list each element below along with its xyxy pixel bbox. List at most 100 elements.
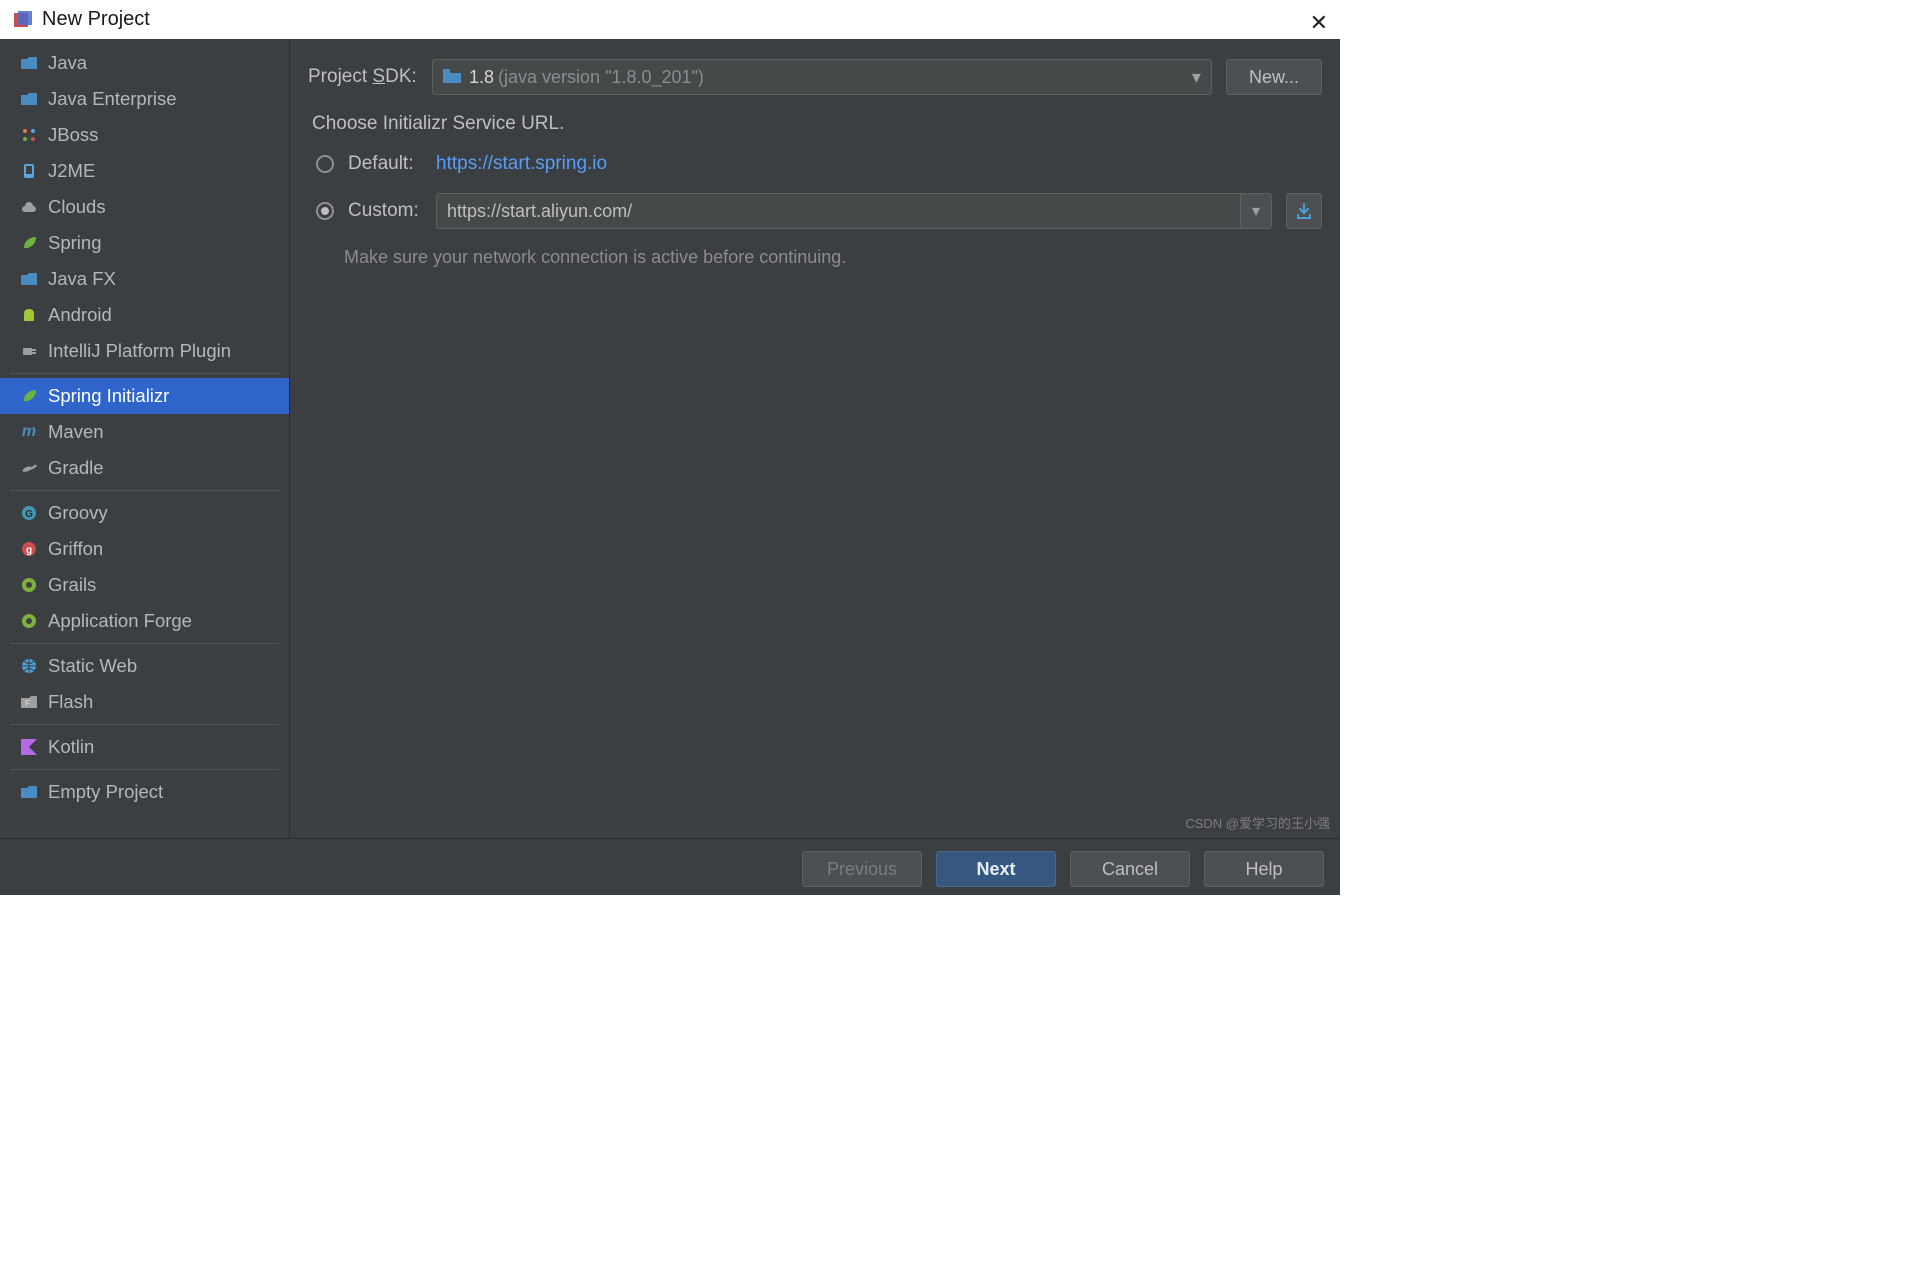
app-icon xyxy=(14,10,34,30)
sidebar-item-grails[interactable]: Grails xyxy=(0,567,289,603)
folder-fx-icon xyxy=(20,270,38,288)
folder-enterprise-icon xyxy=(20,90,38,108)
sidebar-item-groovy[interactable]: G Groovy xyxy=(0,495,289,531)
sidebar-item-intellij-platform-plugin[interactable]: IntelliJ Platform Plugin xyxy=(0,333,289,369)
default-radio-label: Default: xyxy=(348,153,422,175)
previous-button[interactable]: Previous xyxy=(802,851,922,887)
sidebar-divider xyxy=(10,643,279,644)
help-button[interactable]: Help xyxy=(1204,851,1324,887)
chevron-down-icon: ▾ xyxy=(1252,201,1260,221)
sidebar-divider xyxy=(10,490,279,491)
network-note: Make sure your network connection is act… xyxy=(344,247,1322,268)
globe-icon xyxy=(20,657,38,675)
sidebar-item-griffon[interactable]: g Griffon xyxy=(0,531,289,567)
window-title: New Project xyxy=(42,8,150,31)
gradle-icon xyxy=(20,459,38,477)
new-sdk-button[interactable]: New... xyxy=(1226,59,1322,95)
close-icon[interactable]: ✕ xyxy=(1310,10,1328,36)
sdk-value: 1.8 xyxy=(469,67,494,88)
folder-empty-icon xyxy=(20,783,38,801)
sidebar-item-label: Spring xyxy=(48,232,101,254)
project-sdk-label: Project SDK: xyxy=(308,66,418,88)
kotlin-icon xyxy=(20,738,38,756)
sidebar-item-label: Clouds xyxy=(48,196,106,218)
main-panel: Project SDK: 1.8 (java version "1.8.0_20… xyxy=(290,39,1340,838)
sidebar-divider xyxy=(10,373,279,374)
sidebar-item-java-fx[interactable]: Java FX xyxy=(0,261,289,297)
sidebar-divider xyxy=(10,724,279,725)
sidebar-item-label: Android xyxy=(48,304,112,326)
custom-radio-label: Custom: xyxy=(348,200,422,222)
flash-icon: F xyxy=(20,693,38,711)
sidebar-item-label: Java FX xyxy=(48,268,116,290)
init-icon xyxy=(20,387,38,405)
sidebar-item-clouds[interactable]: Clouds xyxy=(0,189,289,225)
sidebar-item-label: Static Web xyxy=(48,655,137,677)
default-url-link[interactable]: https://start.spring.io xyxy=(436,153,607,175)
custom-url-input[interactable] xyxy=(436,193,1240,229)
leaf-icon xyxy=(20,234,38,252)
sidebar-divider xyxy=(10,769,279,770)
sidebar-item-gradle[interactable]: Gradle xyxy=(0,450,289,486)
custom-url-dropdown[interactable]: ▾ xyxy=(1240,193,1272,229)
sidebar-item-label: IntelliJ Platform Plugin xyxy=(48,340,231,362)
android-icon xyxy=(20,306,38,324)
sidebar-item-spring-initializr[interactable]: Spring Initializr xyxy=(0,378,289,414)
sidebar-item-static-web[interactable]: Static Web xyxy=(0,648,289,684)
sidebar-item-maven[interactable]: m Maven xyxy=(0,414,289,450)
sidebar-item-label: Grails xyxy=(48,574,96,596)
download-button[interactable] xyxy=(1286,193,1322,229)
folder-icon xyxy=(443,67,461,88)
cloud-icon xyxy=(20,198,38,216)
sidebar-item-label: Flash xyxy=(48,691,93,713)
dialog-footer: Previous Next Cancel Help xyxy=(0,838,1340,895)
sidebar-item-android[interactable]: Android xyxy=(0,297,289,333)
sidebar-item-label: Spring Initializr xyxy=(48,385,169,407)
sidebar-item-kotlin[interactable]: Kotlin xyxy=(0,729,289,765)
folder-java-icon xyxy=(20,54,38,72)
plugin-icon xyxy=(20,342,38,360)
sidebar-item-label: Java xyxy=(48,52,87,74)
initializr-section-title: Choose Initializr Service URL. xyxy=(312,113,1322,135)
sidebar-item-empty-project[interactable]: Empty Project xyxy=(0,774,289,810)
project-type-sidebar[interactable]: Java Java Enterprise JBoss J2ME Clouds Spring… xyxy=(0,39,290,838)
project-sdk-combo[interactable]: 1.8 (java version "1.8.0_201") ▾ xyxy=(432,59,1212,95)
sidebar-item-label: Groovy xyxy=(48,502,108,524)
svg-text:G: G xyxy=(25,509,33,520)
sdk-detail: (java version "1.8.0_201") xyxy=(498,67,704,88)
sidebar-item-java-enterprise[interactable]: Java Enterprise xyxy=(0,81,289,117)
next-button[interactable]: Next xyxy=(936,851,1056,887)
sidebar-item-jboss[interactable]: JBoss xyxy=(0,117,289,153)
titlebar: New Project ✕ xyxy=(0,0,1340,39)
sidebar-item-flash[interactable]: F Flash xyxy=(0,684,289,720)
sidebar-item-label: Maven xyxy=(48,421,104,443)
sidebar-item-label: Griffon xyxy=(48,538,103,560)
maven-icon: m xyxy=(20,423,38,441)
new-sdk-label: New... xyxy=(1249,67,1299,88)
watermark: CSDN @爱学习的王小强 xyxy=(1185,813,1330,832)
sidebar-item-label: Empty Project xyxy=(48,781,163,803)
sidebar-item-label: JBoss xyxy=(48,124,98,146)
sidebar-item-spring[interactable]: Spring xyxy=(0,225,289,261)
sidebar-item-label: Application Forge xyxy=(48,610,192,632)
cancel-button[interactable]: Cancel xyxy=(1070,851,1190,887)
svg-text:F: F xyxy=(25,699,30,708)
j2me-icon xyxy=(20,162,38,180)
custom-radio[interactable] xyxy=(316,202,334,220)
griffon-icon: g xyxy=(20,540,38,558)
groovy-icon: G xyxy=(20,504,38,522)
download-icon xyxy=(1295,202,1313,220)
sidebar-item-label: Gradle xyxy=(48,457,104,479)
sidebar-item-label: Java Enterprise xyxy=(48,88,177,110)
svg-text:g: g xyxy=(26,545,32,556)
sidebar-item-application-forge[interactable]: Application Forge xyxy=(0,603,289,639)
forge-icon xyxy=(20,612,38,630)
sidebar-item-label: Kotlin xyxy=(48,736,94,758)
sidebar-item-label: J2ME xyxy=(48,160,95,182)
chevron-down-icon: ▾ xyxy=(1192,67,1201,88)
jboss-icon xyxy=(20,126,38,144)
sidebar-item-java[interactable]: Java xyxy=(0,45,289,81)
sidebar-item-j2me[interactable]: J2ME xyxy=(0,153,289,189)
default-radio[interactable] xyxy=(316,155,334,173)
grails-icon xyxy=(20,576,38,594)
